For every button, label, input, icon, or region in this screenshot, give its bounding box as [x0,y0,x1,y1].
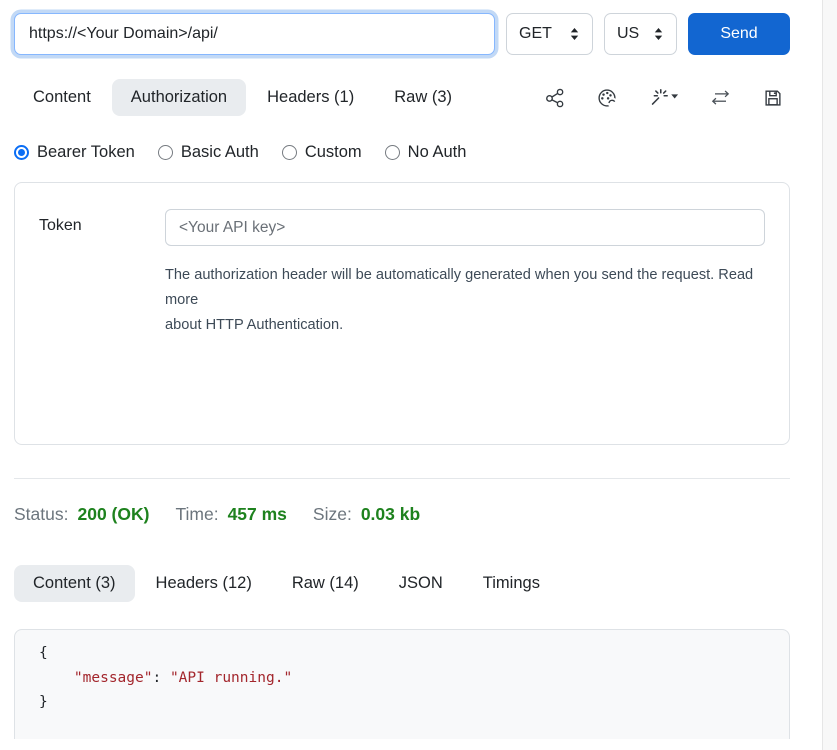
auth-options: Bearer Token Basic Auth Custom No Auth [14,143,790,162]
json-message-line: "message": "API running." [39,666,765,691]
status-time: Time: 457 ms [175,504,286,525]
radio-label: Custom [305,143,362,162]
tab-headers[interactable]: Headers (1) [248,79,373,116]
radio-label: No Auth [408,143,467,162]
tab-response-raw[interactable]: Raw (14) [273,565,378,602]
tab-response-timings[interactable]: Timings [464,565,559,602]
request-bar: GET US Send [14,13,790,55]
status-code: Status: 200 (OK) [14,504,149,525]
json-separator: : [152,670,169,686]
radio-label: Basic Auth [181,143,259,162]
select-updown-icon [653,27,664,41]
radio-icon [158,145,173,160]
time-value: 457 ms [228,504,287,525]
share-nodes-icon[interactable] [544,87,566,109]
help-line-2: about HTTP Authentication. [165,313,765,338]
swap-arrows-icon[interactable] [709,87,732,109]
region-select[interactable]: US [604,13,677,55]
radio-label: Bearer Token [37,143,135,162]
radio-bearer-token[interactable]: Bearer Token [14,143,135,162]
radio-no-auth[interactable]: No Auth [385,143,467,162]
help-line-1: The authorization header will be automat… [165,263,765,313]
tab-raw[interactable]: Raw (3) [375,79,471,116]
radio-icon [282,145,297,160]
radio-basic-auth[interactable]: Basic Auth [158,143,259,162]
json-value: "API running." [170,670,292,686]
response-status: Status: 200 (OK) Time: 457 ms Size: 0.03… [14,504,790,525]
tab-content[interactable]: Content [14,79,110,116]
save-icon[interactable] [762,87,784,109]
radio-icon [14,145,29,160]
json-key: "message" [74,670,153,686]
method-select-value: GET [519,25,552,43]
size-label: Size: [313,504,352,525]
main-content: GET US Send Content Authorization Header… [14,0,790,739]
time-label: Time: [175,504,218,525]
token-input[interactable] [165,209,765,246]
radio-custom[interactable]: Custom [282,143,362,162]
json-close-brace: } [39,690,765,715]
palette-icon[interactable] [596,87,618,109]
send-button[interactable]: Send [688,13,790,55]
section-divider [14,478,790,479]
status-size: Size: 0.03 kb [313,504,420,525]
request-tabs: Content Authorization Headers (1) Raw (3… [14,79,790,116]
radio-icon [385,145,400,160]
token-label: Token [39,209,165,418]
json-open-brace: { [39,641,765,666]
size-value: 0.03 kb [361,504,420,525]
toolbar-icons [544,87,790,109]
token-panel: Token The authorization header will be a… [14,182,790,445]
status-value: 200 (OK) [77,504,149,525]
token-help-text: The authorization header will be automat… [165,263,765,338]
tab-response-json[interactable]: JSON [380,565,462,602]
status-label: Status: [14,504,68,525]
tab-authorization[interactable]: Authorization [112,79,246,116]
method-select[interactable]: GET [506,13,593,55]
response-body: { "message": "API running." } [14,629,790,739]
scrollbar-track[interactable] [822,0,837,750]
response-tabs: Content (3) Headers (12) Raw (14) JSON T… [14,565,790,602]
tab-response-content[interactable]: Content (3) [14,565,135,602]
magic-wand-dropdown-icon[interactable] [648,87,679,109]
url-input[interactable] [14,13,495,55]
tab-response-headers[interactable]: Headers (12) [137,565,271,602]
region-select-value: US [617,25,639,43]
select-updown-icon [569,27,580,41]
